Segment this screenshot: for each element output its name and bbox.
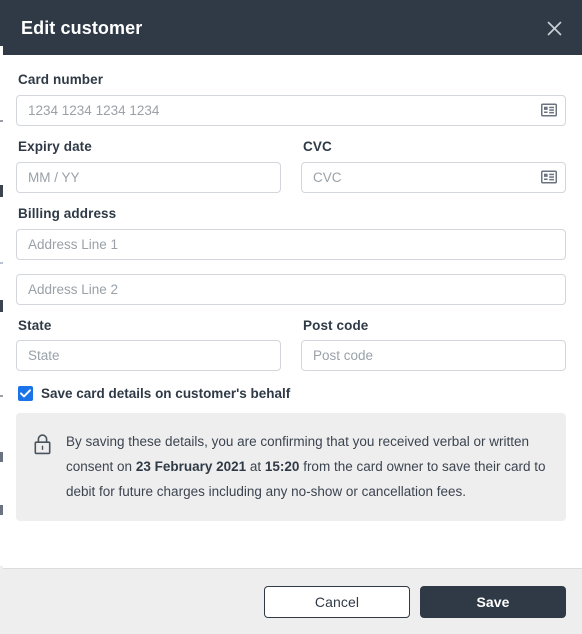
expiry-date-input[interactable] xyxy=(16,161,281,193)
state-postcode-row: State Post code xyxy=(16,317,566,386)
card-number-input[interactable] xyxy=(16,94,566,126)
modal-footer: Cancel Save xyxy=(0,568,582,634)
consent-date: 23 February 2021 xyxy=(135,458,247,474)
save-card-checkbox-label[interactable]: Save card details on customer's behalf xyxy=(41,387,290,401)
modal-header: Edit customer xyxy=(0,0,582,55)
post-code-group: Post code xyxy=(301,317,566,386)
post-code-label: Post code xyxy=(303,317,369,333)
modal-title: Edit customer xyxy=(21,17,143,38)
consent-notice-text: By saving these details, you are confirm… xyxy=(66,430,548,504)
address-line-2-input[interactable] xyxy=(16,273,566,305)
modal-body: Card number Expiry date xyxy=(0,55,582,568)
consent-notice: By saving these details, you are confirm… xyxy=(16,413,566,522)
expiry-date-field xyxy=(16,161,281,193)
consent-time: 15:20 xyxy=(264,458,300,474)
address-line-1-input[interactable] xyxy=(16,228,566,260)
address-line-1-field xyxy=(16,228,566,260)
expiry-cvc-row: Expiry date CVC xyxy=(16,138,566,207)
close-icon[interactable] xyxy=(540,14,568,42)
expiry-date-group: Expiry date xyxy=(16,138,281,207)
save-card-checkbox[interactable] xyxy=(18,386,33,402)
cvc-field xyxy=(301,161,566,193)
cancel-button[interactable]: Cancel xyxy=(264,585,410,618)
state-label: State xyxy=(18,317,52,333)
background-page-sliver xyxy=(0,0,3,634)
cvc-input[interactable] xyxy=(301,161,566,193)
address-line-2-field xyxy=(16,273,566,305)
expiry-date-label: Expiry date xyxy=(18,138,92,154)
edit-customer-modal: Edit customer Card number 1234 1234 1234… xyxy=(0,0,582,634)
cvc-label: CVC xyxy=(303,138,332,154)
save-button[interactable]: Save xyxy=(420,585,566,618)
post-code-field xyxy=(301,340,566,372)
billing-address-label: Billing address xyxy=(18,205,117,221)
post-code-input[interactable] xyxy=(301,340,566,372)
lock-icon xyxy=(32,433,52,457)
state-group: State xyxy=(16,317,281,386)
consent-text-part-2: at xyxy=(246,458,265,474)
card-number-label: Card number xyxy=(18,72,104,87)
card-number-field xyxy=(16,94,566,126)
cvc-group: CVC xyxy=(301,138,566,207)
state-field xyxy=(16,340,281,372)
save-card-checkbox-row[interactable]: Save card details on customer's behalf xyxy=(18,386,566,402)
state-input[interactable] xyxy=(16,340,281,372)
